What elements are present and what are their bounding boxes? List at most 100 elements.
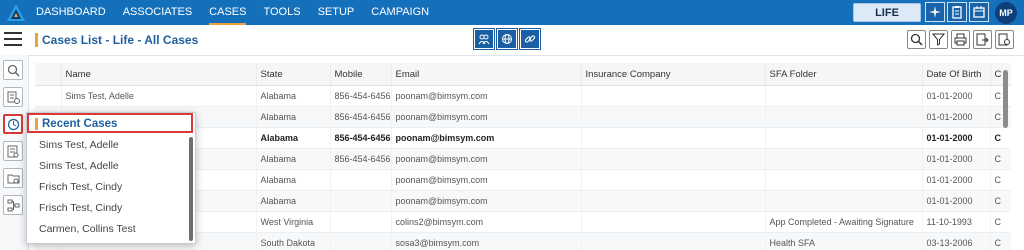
cell-state: West Virginia (256, 211, 331, 233)
sparkle-icon[interactable] (925, 2, 945, 22)
link-view-icon[interactable] (519, 28, 541, 50)
nav-item-associates[interactable]: ASSOCIATES (123, 0, 192, 25)
users-view-icon[interactable] (473, 28, 495, 50)
cell-dob: 01-01-2000 (922, 127, 991, 149)
nav-item-dashboard[interactable]: DASHBOARD (36, 0, 106, 25)
cell-email: colins2@bimsym.com (391, 211, 582, 233)
cell-email: poonam@bimsym.com (391, 190, 582, 212)
nav-item-tools[interactable]: TOOLS (263, 0, 300, 25)
cell-dob: 01-01-2000 (922, 85, 991, 107)
column-header[interactable]: State (256, 63, 331, 86)
left-rail (0, 55, 29, 250)
cell-c: C (990, 190, 1011, 212)
column-header[interactable]: SFA Folder (765, 63, 923, 86)
main-nav: DASHBOARD ASSOCIATES CASES TOOLS SETUP CAMPAI… (36, 0, 446, 25)
add-list-icon[interactable] (3, 87, 23, 107)
column-header[interactable]: Mobile (330, 63, 392, 86)
recent-case-item[interactable]: Sims Test, Adelle (27, 135, 187, 156)
cell-mobile: 856-454-6456 (330, 85, 392, 107)
cell-dob: 01-01-2000 (922, 190, 991, 212)
cell-c: C (990, 169, 1011, 191)
recent-case-item[interactable]: Sims Test, Adelle (27, 156, 187, 177)
cell-state: Alabama (256, 148, 331, 170)
search-icon[interactable] (3, 60, 23, 80)
view-toggle-group (473, 28, 543, 50)
hamburger-menu-icon[interactable] (4, 32, 22, 46)
table-scrollbar[interactable] (1003, 70, 1008, 128)
cell-insurance (581, 232, 766, 250)
cell-insurance (581, 148, 766, 170)
cell-insurance (581, 85, 766, 107)
cell-sfa: App Completed - Awaiting Signature (765, 211, 923, 233)
row-select-cell[interactable] (35, 85, 62, 107)
app-logo-icon[interactable] (6, 3, 26, 23)
page-title: Cases List - Life - All Cases (35, 33, 198, 47)
print-icon[interactable] (951, 30, 970, 49)
cell-insurance (581, 127, 766, 149)
cell-dob: 01-01-2000 (922, 169, 991, 191)
globe-view-icon[interactable] (496, 28, 518, 50)
cell-sfa (765, 169, 923, 191)
cell-state: Alabama (256, 169, 331, 191)
cell-dob: 01-01-2000 (922, 106, 991, 128)
column-header[interactable]: Email (391, 63, 582, 86)
header-select-cell (35, 63, 62, 86)
cell-dob: 01-01-2000 (922, 148, 991, 170)
product-life-button[interactable]: LIFE (853, 3, 921, 22)
calendar-icon[interactable] (969, 2, 989, 22)
search-icon[interactable] (907, 30, 926, 49)
recent-cases-title: Recent Cases (42, 118, 118, 130)
cell-c: C (990, 232, 1011, 250)
recent-clock-icon[interactable] (3, 114, 23, 134)
cell-email: poonam@bimsym.com (391, 85, 582, 107)
cell-mobile: 856-454-6456 (330, 127, 392, 149)
cell-email: poonam@bimsym.com (391, 106, 582, 128)
cell-dob: 03-13-2006 (922, 232, 991, 250)
workflow-icon[interactable] (3, 195, 23, 215)
export-icon[interactable] (973, 30, 992, 49)
nav-item-cases[interactable]: CASES (209, 0, 247, 25)
user-avatar[interactable]: MP (995, 2, 1017, 24)
table-row[interactable]: Sims Test, Adelle Alabama 856-454-6456 poon… (35, 85, 1011, 107)
cell-sfa (765, 127, 923, 149)
page-header-bar: Cases List - Life - All Cases (0, 25, 1024, 56)
column-header[interactable]: Date Of Birth (922, 63, 991, 86)
recent-case-item[interactable]: Frisch Test, Cindy (27, 177, 187, 198)
column-header[interactable]: Insurance Company (581, 63, 766, 86)
cell-c: C (990, 211, 1011, 233)
cell-sfa: Health SFA (765, 232, 923, 250)
recent-cases-popup: Recent Cases Sims Test, Adelle Sims Test,… (26, 112, 196, 244)
cell-state: Alabama (256, 106, 331, 128)
cell-mobile (330, 190, 392, 212)
cell-email: sosa3@bimsym.com (391, 232, 582, 250)
recent-case-item[interactable]: Carmen, Collins Test (27, 219, 187, 240)
cell-state: South Dakota (256, 232, 331, 250)
report-icon[interactable] (3, 141, 23, 161)
cell-name: Sims Test, Adelle (61, 85, 257, 107)
cell-email: poonam@bimsym.com (391, 169, 582, 191)
clipboard-icon[interactable] (947, 2, 967, 22)
folder-icon[interactable] (3, 168, 23, 188)
cell-c: C (990, 127, 1011, 149)
column-header[interactable]: Name (61, 63, 257, 86)
accent-bar (35, 118, 38, 130)
nav-item-setup[interactable]: SETUP (318, 0, 355, 25)
recent-cases-scrollbar[interactable] (189, 137, 193, 241)
recent-case-item[interactable]: Frisch Test, Cindy (27, 198, 187, 219)
settings-icon[interactable] (995, 30, 1014, 49)
cell-mobile (330, 211, 392, 233)
cell-sfa (765, 190, 923, 212)
cell-sfa (765, 148, 923, 170)
top-nav-bar: DASHBOARD ASSOCIATES CASES TOOLS SETUP CAMPAI… (0, 0, 1024, 25)
filter-icon[interactable] (929, 30, 948, 49)
cell-state: Alabama (256, 127, 331, 149)
cell-sfa (765, 85, 923, 107)
cell-mobile: 856-454-6456 (330, 148, 392, 170)
cell-dob: 11-10-1993 (922, 211, 991, 233)
cell-email: poonam@bimsym.com (391, 148, 582, 170)
cell-mobile (330, 169, 392, 191)
table-header-row: Name State Mobile Email Insurance Company SFA… (35, 63, 1011, 86)
nav-item-campaign[interactable]: CAMPAIGN (371, 0, 429, 25)
cell-insurance (581, 211, 766, 233)
cell-c: C (990, 148, 1011, 170)
